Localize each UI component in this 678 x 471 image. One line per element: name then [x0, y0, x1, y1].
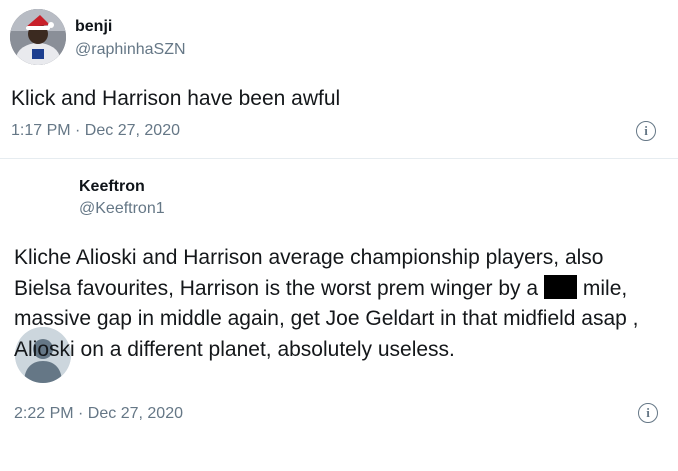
display-name[interactable]: Keeftron: [79, 177, 145, 197]
tweet-benji: benji @raphinhaSZN Klick and Harrison ha…: [0, 0, 678, 159]
avatar[interactable]: [10, 9, 66, 65]
info-icon[interactable]: i: [638, 403, 658, 423]
display-name[interactable]: benji: [75, 17, 112, 37]
tweet-text: Kliche Alioski and Harrison average cham…: [14, 243, 664, 365]
redaction-box: [543, 274, 577, 299]
user-handle[interactable]: @raphinhaSZN: [75, 40, 186, 60]
tweet-text-part: Kliche Alioski and Harrison average cham…: [14, 246, 604, 300]
tweet-text: Klick and Harrison have been awful: [11, 87, 341, 110]
info-icon[interactable]: i: [636, 121, 656, 141]
avatar-photo: [10, 9, 66, 65]
user-handle[interactable]: @Keeftron1: [79, 199, 165, 219]
tweet-timestamp[interactable]: 2:22 PM · Dec 27, 2020: [14, 404, 183, 424]
tweet-timestamp[interactable]: 1:17 PM · Dec 27, 2020: [11, 121, 180, 141]
